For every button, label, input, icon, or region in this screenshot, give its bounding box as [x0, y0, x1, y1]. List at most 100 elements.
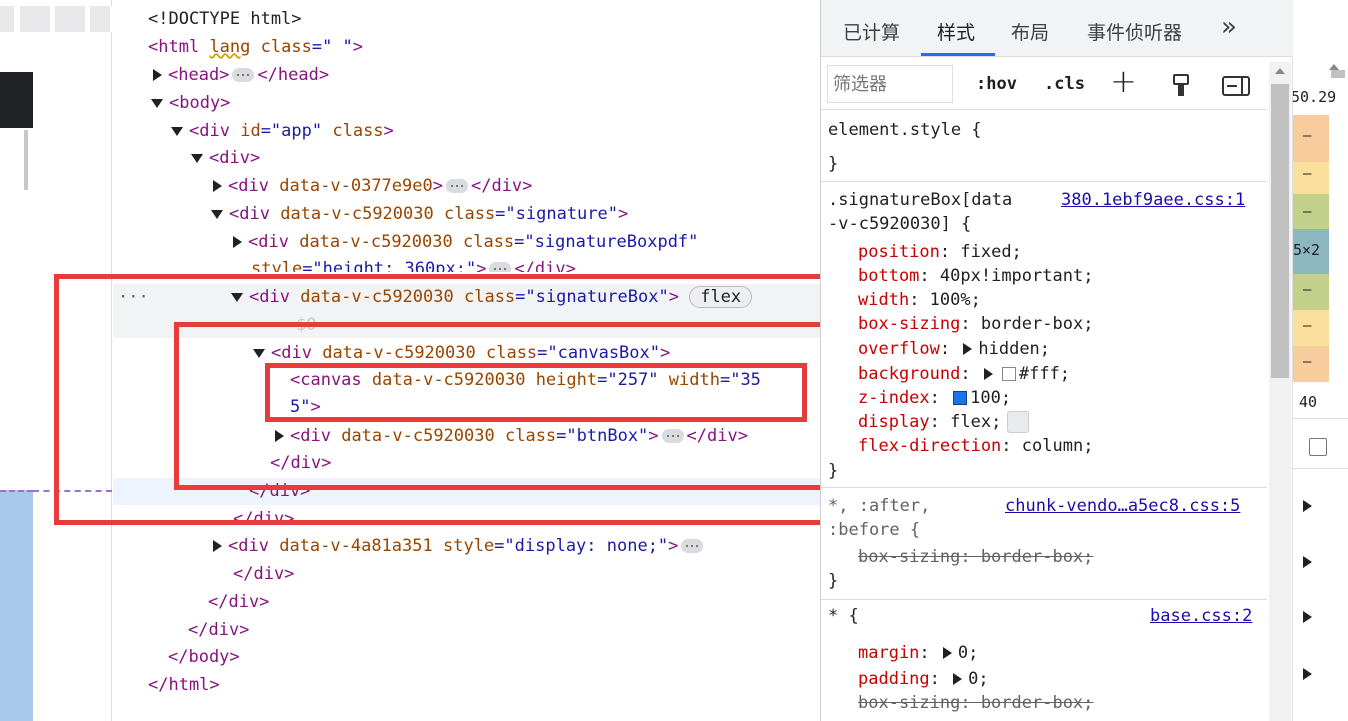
- css-property[interactable]: margin: 0;: [858, 641, 978, 665]
- css-property[interactable]: width: 100%;: [858, 288, 981, 312]
- css-property[interactable]: bottom: 40px!important;: [858, 264, 1093, 288]
- css-property[interactable]: padding: 0;: [858, 667, 989, 691]
- css-property-overridden[interactable]: box-sizing: border-box;: [858, 691, 1093, 715]
- head-line[interactable]: <head> </head>: [153, 62, 329, 89]
- preview-tab[interactable]: [55, 6, 85, 32]
- collapse-arrow-icon[interactable]: [151, 98, 163, 108]
- css-property[interactable]: position: fixed;: [858, 240, 1022, 264]
- preview-tab[interactable]: [20, 6, 50, 32]
- body-line[interactable]: <body>: [151, 90, 230, 117]
- css-property[interactable]: display: flex;: [858, 410, 1030, 434]
- strip-divider: [1293, 468, 1348, 469]
- tag-open: <div: [248, 232, 289, 252]
- css-property-overridden[interactable]: box-sizing: border-box;: [858, 545, 1093, 569]
- div-4a81-line[interactable]: <div data-v-4a81a351 style="display: non…: [213, 533, 706, 560]
- more-tabs-icon[interactable]: »: [1221, 12, 1237, 42]
- box-dash: –: [1303, 354, 1312, 370]
- rule2-selector[interactable]: *, :after,: [828, 494, 930, 518]
- close-div-line[interactable]: </div>: [208, 589, 269, 616]
- rule1-selector-cont[interactable]: -v-c5920030] {: [828, 212, 971, 236]
- close-div-line[interactable]: </div>: [188, 617, 249, 644]
- flex-editor-icon[interactable]: [1007, 411, 1030, 433]
- strip-scrollbar-thumb[interactable]: [1331, 70, 1345, 78]
- css-property[interactable]: background: #fff;: [858, 362, 1070, 386]
- signature-pdf-line-cont[interactable]: style="height: 360px;"> </div>: [251, 256, 576, 272]
- annotation-box-canvas: [265, 363, 807, 422]
- expand-arrow-icon[interactable]: [1303, 668, 1312, 680]
- collapse-arrow-icon[interactable]: [211, 209, 223, 219]
- attr-name: class: [332, 121, 384, 141]
- filter-input[interactable]: [827, 65, 953, 103]
- div-0377-line[interactable]: <div data-v-0377e9e0> </div>: [213, 173, 532, 200]
- new-rule-icon[interactable]: +: [1110, 62, 1137, 100]
- doctype-line[interactable]: <!DOCTYPE html>: [148, 6, 302, 33]
- ellipsis-icon[interactable]: [445, 179, 468, 193]
- expand-arrow-icon[interactable]: [213, 540, 222, 552]
- rule3-selector[interactable]: * {: [828, 604, 859, 628]
- div-line[interactable]: <div>: [191, 145, 260, 172]
- rule2-source-link[interactable]: chunk-vendo…a5ec8.css:5: [1005, 494, 1240, 518]
- expand-arrow-icon[interactable]: [233, 236, 242, 248]
- expand-arrow-icon[interactable]: [953, 673, 963, 685]
- expand-arrow-icon[interactable]: [983, 368, 993, 380]
- cls-button[interactable]: .cls: [1044, 74, 1085, 94]
- signature-div-line[interactable]: <div data-v-c5920030 class="signature">: [211, 201, 628, 228]
- computed-box-model-strip: 50.29 – – – 5×2 – – – 40: [1292, 58, 1348, 721]
- tab-styles[interactable]: 样式: [937, 18, 975, 45]
- preview-tab[interactable]: [0, 6, 14, 32]
- rule-divider: [821, 181, 1267, 182]
- html-close-line[interactable]: </html>: [148, 672, 220, 699]
- rule1-source-link[interactable]: 380.1ebf9aee.css:1: [1061, 188, 1245, 212]
- expand-arrow-icon[interactable]: [1303, 611, 1312, 623]
- stacking-icon[interactable]: [953, 391, 968, 405]
- strip-divider: [1293, 418, 1348, 419]
- rule1-selector[interactable]: .signatureBox[data: [828, 188, 1012, 212]
- paint-brush-icon[interactable]: [1172, 74, 1190, 96]
- close-div-line[interactable]: </div>: [233, 561, 294, 588]
- expand-arrow-icon[interactable]: [153, 69, 162, 81]
- body-close-line[interactable]: </body>: [168, 644, 240, 671]
- expand-arrow-icon[interactable]: [942, 647, 952, 659]
- scroll-up-icon[interactable]: [1275, 68, 1285, 74]
- ellipsis-icon[interactable]: [489, 262, 512, 272]
- margin-value: 50.29: [1292, 88, 1337, 106]
- css-property[interactable]: box-sizing: border-box;: [858, 312, 1093, 336]
- attr-name: data-v-c5920030: [299, 232, 453, 252]
- preview-tab[interactable]: [90, 6, 110, 32]
- box-dash: –: [1303, 282, 1312, 298]
- tag-close: </div>: [233, 564, 295, 584]
- css-property[interactable]: z-index: 100;: [858, 386, 1011, 410]
- rule3-source-link[interactable]: base.css:2: [1150, 604, 1252, 628]
- tab-event-listeners[interactable]: 事件侦听器: [1087, 18, 1182, 45]
- tag-close: >: [383, 121, 394, 141]
- collapse-arrow-icon[interactable]: [171, 126, 183, 136]
- ellipsis-icon[interactable]: [681, 539, 704, 553]
- preview-signature-area: [0, 490, 33, 721]
- signature-pdf-line[interactable]: <div data-v-c5920030 class="signatureBox…: [233, 229, 698, 256]
- expand-arrow-icon[interactable]: [963, 343, 973, 355]
- scrollbar-thumb[interactable]: [1271, 84, 1289, 378]
- element-style-selector[interactable]: element.style {: [828, 118, 982, 142]
- expand-arrow-icon[interactable]: [1303, 556, 1312, 568]
- css-property[interactable]: overflow: hidden;: [858, 337, 1050, 361]
- tag-close: </html>: [148, 675, 220, 695]
- attr-name: id: [240, 121, 261, 141]
- sidebar-toggle-icon[interactable]: [1222, 76, 1250, 96]
- ellipsis-icon[interactable]: [232, 68, 255, 82]
- collapse-arrow-icon[interactable]: [191, 153, 203, 163]
- styles-scrollbar[interactable]: [1269, 62, 1291, 721]
- box-dash: –: [1303, 166, 1312, 182]
- expand-arrow-icon[interactable]: [1303, 500, 1312, 512]
- expand-arrow-icon[interactable]: [213, 180, 222, 192]
- tab-layout[interactable]: 布局: [1011, 18, 1049, 45]
- css-property[interactable]: flex-direction: column;: [858, 434, 1093, 458]
- show-all-checkbox[interactable]: [1309, 438, 1327, 456]
- color-swatch-icon[interactable]: [1001, 367, 1016, 381]
- box-dash: –: [1303, 128, 1312, 144]
- html-line[interactable]: <html lang class=" ">: [148, 34, 363, 61]
- hov-button[interactable]: :hov: [976, 74, 1017, 94]
- rule2-selector-cont[interactable]: :before {: [828, 518, 920, 542]
- app-div-line[interactable]: <div id="app" class>: [171, 118, 394, 145]
- preview-scrollbar[interactable]: [24, 130, 28, 190]
- tab-computed[interactable]: 已计算: [843, 18, 900, 45]
